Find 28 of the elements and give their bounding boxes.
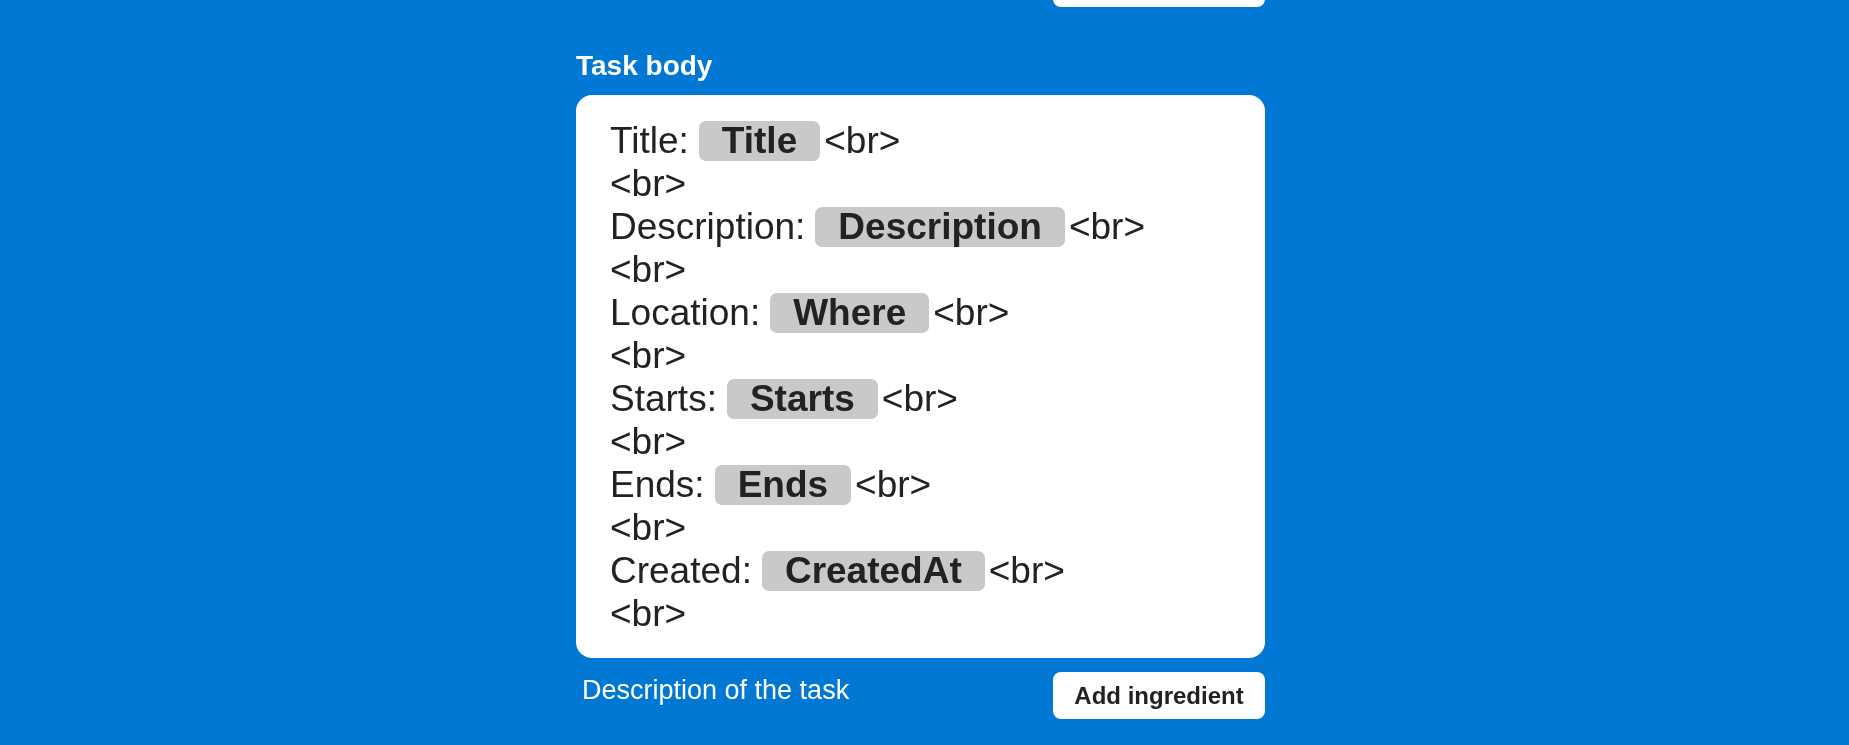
ingredient-tag: CreatedAt [761,550,985,591]
markup-text: <br> [610,592,687,635]
markup-text: <br> [610,162,687,205]
markup-text: <br> [610,506,687,549]
markup-text: <br> [881,377,958,420]
body-text: Description: [610,205,806,248]
body-text: Ends: [610,463,705,506]
section-heading: Task body [576,49,714,83]
markup-text: <br> [824,119,901,162]
add-ingredient-button[interactable]: Add ingredient [1053,672,1265,719]
ingredient-tag: Starts [726,378,878,419]
markup-text: <br> [988,549,1065,592]
body-text: Created: [610,549,752,592]
field-hint: Description of the task [582,674,850,707]
markup-text: <br> [610,420,687,463]
ingredient-tag: Title [698,120,821,161]
markup-text: <br> [1068,205,1146,248]
task-body-field[interactable]: Title: Title <br> <br> Description: Description <br> <br> Location: Where <br> <br> Starts: Starts <br> <br> Ends: Ends <br> <br> Created: CreatedAt <br> <br> [576,95,1265,658]
ingredient-tag: Description [815,206,1065,247]
ingredient-tag: Where [770,292,930,333]
markup-text: <br> [933,291,1010,334]
body-text: Title: [610,119,689,162]
body-text: Location: [610,291,761,334]
markup-text: <br> [855,463,932,506]
ingredient-tag: Ends [714,464,852,505]
body-text: Starts: [610,377,717,420]
markup-text: <br> [610,248,687,291]
markup-text: <br> [610,334,687,377]
